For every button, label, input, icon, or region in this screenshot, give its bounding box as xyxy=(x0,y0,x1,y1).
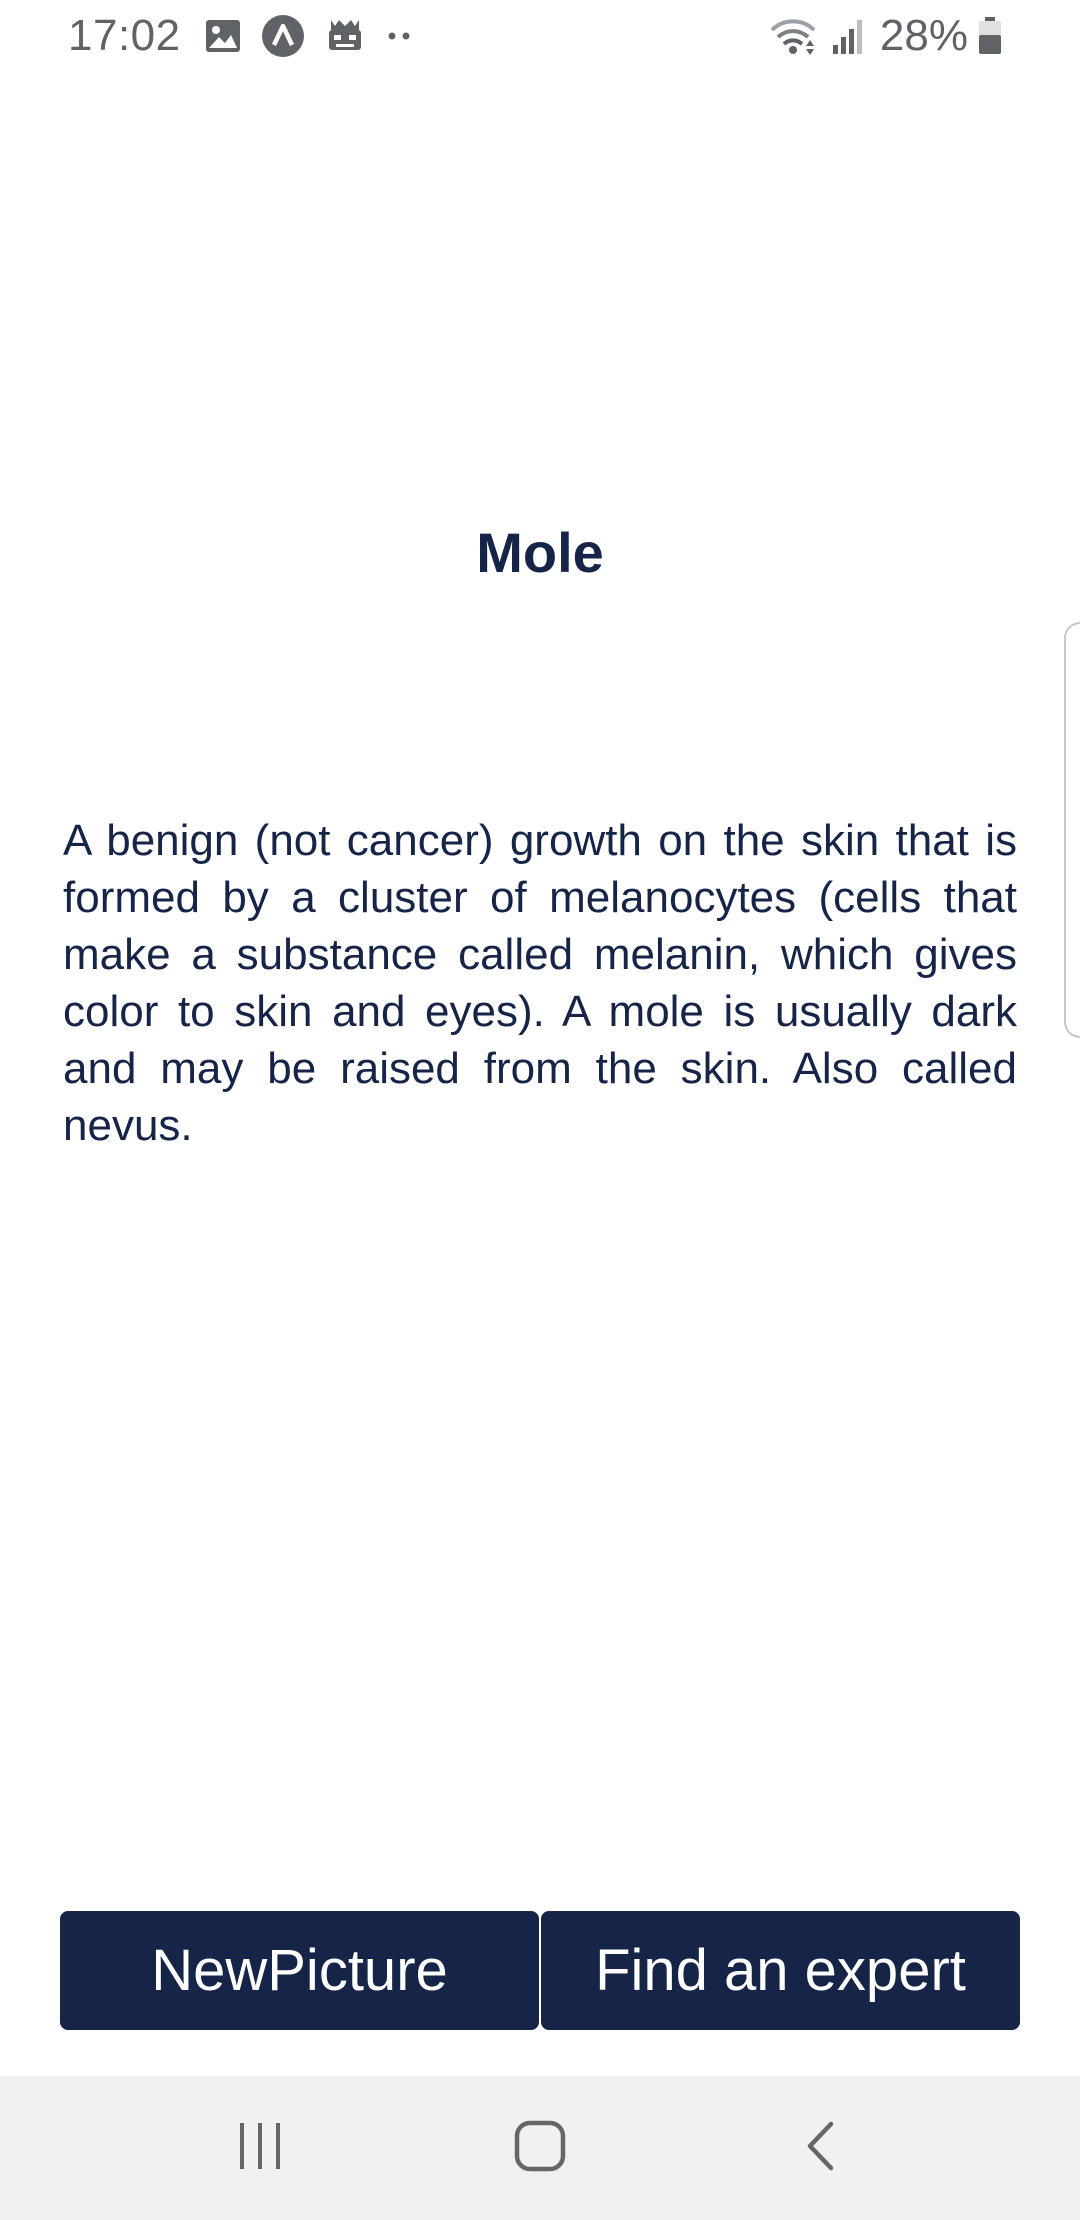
status-bar: 17:02 28% xyxy=(0,0,1080,72)
status-right: 28% xyxy=(768,11,1016,61)
action-buttons: NewPicture Find an expert xyxy=(60,1911,1020,2030)
robot-icon xyxy=(325,16,365,56)
status-time: 17:02 xyxy=(68,11,181,60)
back-button[interactable] xyxy=(760,2088,880,2208)
home-button[interactable] xyxy=(480,2088,600,2208)
app-a-icon xyxy=(261,14,305,58)
wifi-icon xyxy=(768,16,818,56)
more-dots-icon xyxy=(385,31,415,41)
back-icon xyxy=(803,2120,837,2177)
edge-panel-handle[interactable] xyxy=(1064,622,1080,1038)
signal-icon xyxy=(832,17,866,55)
home-icon xyxy=(514,2120,566,2177)
result-description: A benign (not cancer) growth on the skin… xyxy=(63,816,1017,1150)
new-picture-button[interactable]: NewPicture xyxy=(60,1911,539,2030)
image-icon xyxy=(205,19,241,53)
battery-percent: 28% xyxy=(879,11,968,60)
result-title: Mole xyxy=(476,521,604,584)
status-left: 17:02 xyxy=(68,11,435,61)
recents-button[interactable] xyxy=(200,2088,320,2208)
screen: 17:02 28% Mole A benign (not cancer) gro… xyxy=(0,0,1080,2220)
navigation-bar xyxy=(0,2076,1080,2220)
recents-icon xyxy=(236,2121,284,2176)
find-expert-button[interactable]: Find an expert xyxy=(541,1911,1020,2030)
battery-icon xyxy=(978,17,1002,55)
